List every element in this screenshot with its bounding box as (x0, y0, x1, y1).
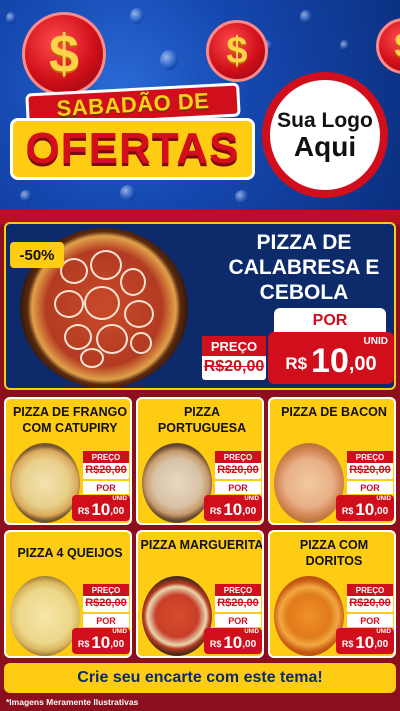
old-price: R$20,00 (217, 464, 259, 476)
old-price: R$20,00 (85, 597, 127, 609)
water-drop (6, 12, 16, 24)
por-label: POR (347, 481, 393, 494)
dollar-coin-icon: $ (22, 12, 106, 96)
old-price: R$20,00 (349, 464, 391, 476)
price-label: PREÇO (83, 584, 129, 596)
product-name: PIZZA MARGUERITA (140, 538, 264, 552)
old-price-box: PREÇO R$20,00 (202, 336, 266, 380)
price-label: PREÇO (83, 451, 129, 463)
bacon-pizza-image (274, 443, 344, 523)
water-drop (300, 10, 312, 24)
new-price: UNID R$ 10,00 (336, 495, 394, 521)
dollar-coin-icon: $ (206, 20, 268, 82)
new-price: UNID R$ 10,00 (336, 628, 394, 654)
price-label: PREÇO (347, 451, 393, 463)
new-price: UNID R$ 10 ,00 (268, 332, 394, 384)
cta-banner[interactable]: Crie seu encarte com este tema! (4, 663, 396, 693)
logo-text-line2: Aqui (293, 131, 357, 162)
featured-offer: -50% PIZZA DE CALABRESA E CEBOLA PREÇO R… (4, 222, 396, 390)
por-label: POR (347, 614, 393, 627)
water-drop (160, 50, 178, 70)
discount-badge: -50% (10, 242, 64, 268)
por-label: POR (83, 481, 129, 494)
old-price: R$20,00 (203, 358, 265, 375)
featured-product-name: PIZZA DE CALABRESA E CEBOLA (228, 231, 380, 305)
product-name: PIZZA PORTUGUESA (157, 405, 247, 435)
product-card: PIZZA MARGUERITA PREÇO R$20,00 POR UNID R$… (136, 530, 264, 658)
flyer: $ $ $ SABADÃO DE OFERTAS Sua Logo Aqui (0, 0, 400, 711)
water-drop (20, 190, 32, 202)
water-drop (340, 40, 349, 51)
old-price: R$20,00 (217, 597, 259, 609)
por-label: POR (274, 308, 386, 334)
product-card: PIZZA COM DORITOS PREÇO R$20,00 POR UNID R… (268, 530, 396, 658)
por-label: POR (215, 481, 261, 494)
header-banner: $ $ $ SABADÃO DE OFERTAS Sua Logo Aqui (0, 0, 400, 215)
product-name: PIZZA DE FRANGO COM CATUPIRY (12, 405, 128, 435)
product-name: PIZZA DE BACON (281, 405, 387, 419)
product-card: PIZZA DE BACON PREÇO R$20,00 POR UNID R$ 10… (268, 397, 396, 525)
water-drop (130, 8, 144, 24)
water-drop (120, 185, 136, 201)
product-card: PIZZA DE FRANGO COM CATUPIRY PREÇO R$20,0… (4, 397, 132, 525)
quatro-queijos-pizza-image (10, 576, 80, 656)
marguerita-pizza-image (142, 576, 212, 656)
logo-text-line1: Sua Logo (277, 109, 373, 132)
footnote: *Imagens Meramente Ilustrativas (6, 697, 139, 707)
unit-label: UNID (363, 336, 388, 347)
price-integer: 10 (311, 342, 349, 380)
doritos-pizza-image (274, 576, 344, 656)
price-label: PREÇO (215, 451, 261, 463)
featured-price-box: PREÇO R$20,00 POR UNID R$ 10 ,00 (200, 308, 394, 386)
dollar-coin-icon: $ (376, 18, 400, 74)
title-main: OFERTAS (10, 118, 255, 180)
old-price: R$20,00 (349, 597, 391, 609)
portuguesa-pizza-image (142, 443, 212, 523)
new-price: UNID R$ 10,00 (204, 628, 262, 654)
new-price: UNID R$ 10,00 (72, 628, 130, 654)
title-badge: SABADÃO DE OFERTAS (10, 82, 255, 186)
new-price: UNID R$ 10,00 (72, 495, 130, 521)
product-name: PIZZA 4 QUEIJOS (17, 546, 123, 560)
product-card: PIZZA 4 QUEIJOS PREÇO R$20,00 POR UNID R$ 1… (4, 530, 132, 658)
por-label: POR (83, 614, 129, 627)
water-drop (235, 190, 249, 204)
product-name: PIZZA COM DORITOS (299, 538, 369, 568)
price-label: PREÇO (215, 584, 261, 596)
currency: R$ (285, 354, 308, 373)
new-price: UNID R$ 10,00 (204, 495, 262, 521)
old-price: R$20,00 (85, 464, 127, 476)
frango-pizza-image (10, 443, 80, 523)
logo-placeholder: Sua Logo Aqui (262, 72, 388, 198)
price-label: PREÇO (347, 584, 393, 596)
product-card: PIZZA PORTUGUESA PREÇO R$20,00 POR UNID R$… (136, 397, 264, 525)
price-decimal: ,00 (348, 353, 377, 375)
price-label: PREÇO (202, 336, 266, 356)
por-label: POR (215, 614, 261, 627)
